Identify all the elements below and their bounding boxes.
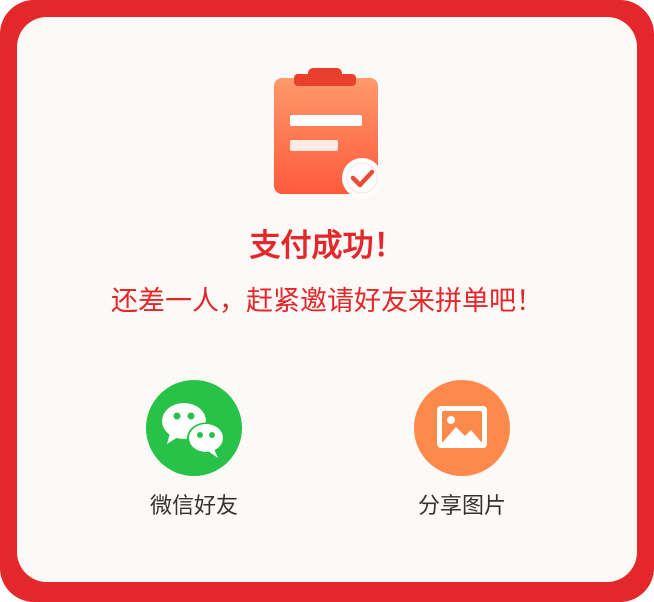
payment-success-title: 支付成功！: [249, 228, 405, 264]
share-image-label: 分享图片: [417, 494, 506, 519]
image-icon: [414, 380, 510, 476]
invite-friend-message: 还差一人，赶紧邀请好友来拼单吧！: [111, 286, 543, 317]
wechat-icon: [146, 380, 242, 476]
clipboard-check-icon: [274, 68, 382, 198]
share-wechat-button[interactable]: 微信好友: [114, 380, 274, 522]
share-wechat-label: 微信好友: [149, 494, 238, 519]
share-image-button[interactable]: 分享图片: [382, 380, 542, 522]
